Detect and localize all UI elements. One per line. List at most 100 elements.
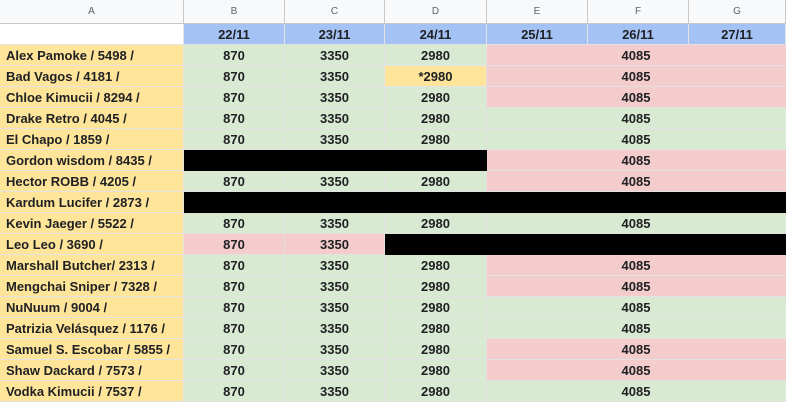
member-name-cell[interactable]: Chloe Kimucii / 8294 /: [0, 87, 184, 108]
payment-cell[interactable]: 870: [184, 318, 285, 339]
date-cell[interactable]: 23/11: [285, 24, 385, 45]
column-header-b[interactable]: B: [184, 0, 285, 24]
column-header-e[interactable]: E: [487, 0, 588, 24]
date-cell[interactable]: 25/11: [487, 24, 588, 45]
column-header-a[interactable]: A: [0, 0, 184, 24]
payment-cell[interactable]: 870: [184, 255, 285, 276]
payment-cell[interactable]: 870: [184, 129, 285, 150]
member-name-cell[interactable]: NuNuum / 9004 /: [0, 297, 184, 318]
date-cell[interactable]: 22/11: [184, 24, 285, 45]
member-name-cell[interactable]: Kardum Lucifer / 2873 /: [0, 192, 184, 213]
payment-cell[interactable]: 870: [184, 87, 285, 108]
payment-cell[interactable]: 2980: [385, 129, 487, 150]
payment-merged-cell[interactable]: 4085: [487, 360, 786, 381]
payment-cell[interactable]: 3350: [285, 234, 385, 255]
payment-cell[interactable]: 3350: [285, 108, 385, 129]
column-header-f[interactable]: F: [588, 0, 689, 24]
table-row: Alex Pamoke / 5498 / 870 3350 2980 4085: [0, 45, 786, 66]
payment-merged-cell[interactable]: 4085: [487, 297, 786, 318]
payment-merged-cell[interactable]: 4085: [487, 255, 786, 276]
member-name-cell[interactable]: Gordon wisdom / 8435 /: [0, 150, 184, 171]
member-name-cell[interactable]: Alex Pamoke / 5498 /: [0, 45, 184, 66]
member-name-cell[interactable]: Leo Leo / 3690 /: [0, 234, 184, 255]
member-name-cell[interactable]: Drake Retro / 4045 /: [0, 108, 184, 129]
payment-cell[interactable]: 2980: [385, 213, 487, 234]
payment-merged-cell[interactable]: 4085: [487, 213, 786, 234]
payment-merged-cell[interactable]: 4085: [487, 129, 786, 150]
member-name-cell[interactable]: Mengchai Sniper / 7328 /: [0, 276, 184, 297]
payment-cell[interactable]: 870: [184, 171, 285, 192]
blocked-cell[interactable]: [385, 234, 786, 255]
payment-cell[interactable]: 3350: [285, 171, 385, 192]
payment-merged-cell[interactable]: 4085: [487, 276, 786, 297]
member-name-cell[interactable]: Samuel S. Escobar / 5855 /: [0, 339, 184, 360]
payment-cell[interactable]: 2980: [385, 255, 487, 276]
payment-cell[interactable]: 3350: [285, 45, 385, 66]
payment-cell[interactable]: 3350: [285, 66, 385, 87]
payment-cell[interactable]: 870: [184, 108, 285, 129]
member-name-cell[interactable]: Kevin Jaeger / 5522 /: [0, 213, 184, 234]
payment-cell[interactable]: 2980: [385, 339, 487, 360]
payment-cell[interactable]: 3350: [285, 213, 385, 234]
column-header-c[interactable]: C: [285, 0, 385, 24]
date-cell[interactable]: 26/11: [588, 24, 689, 45]
payment-cell[interactable]: 2980: [385, 276, 487, 297]
payment-merged-cell[interactable]: 4085: [487, 381, 786, 402]
payment-cell[interactable]: 870: [184, 297, 285, 318]
payment-cell[interactable]: 2980: [385, 45, 487, 66]
payment-cell-note[interactable]: *2980: [385, 66, 487, 87]
member-name-cell[interactable]: Bad Vagos / 4181 /: [0, 66, 184, 87]
payment-merged-cell[interactable]: 4085: [487, 318, 786, 339]
member-name-cell[interactable]: Patrizia Velásquez / 1176 /: [0, 318, 184, 339]
payment-cell[interactable]: 3350: [285, 276, 385, 297]
payment-merged-cell[interactable]: 4085: [487, 339, 786, 360]
payment-cell[interactable]: 3350: [285, 318, 385, 339]
payment-cell[interactable]: 2980: [385, 171, 487, 192]
payment-cell[interactable]: 3350: [285, 297, 385, 318]
payment-merged-cell[interactable]: 4085: [487, 66, 786, 87]
payment-cell[interactable]: 3350: [285, 255, 385, 276]
payment-cell[interactable]: 2980: [385, 108, 487, 129]
date-cell[interactable]: 27/11: [689, 24, 786, 45]
payment-cell[interactable]: 2980: [385, 318, 487, 339]
payment-cell[interactable]: 2980: [385, 360, 487, 381]
table-row: Chloe Kimucii / 8294 / 870 3350 2980 408…: [0, 87, 786, 108]
payment-cell[interactable]: 3350: [285, 360, 385, 381]
payment-merged-cell[interactable]: 4085: [487, 150, 786, 171]
payment-cell[interactable]: 3350: [285, 381, 385, 402]
payment-cell[interactable]: 2980: [385, 87, 487, 108]
payment-cell[interactable]: 3350: [285, 129, 385, 150]
table-row: Vodka Kimucii / 7537 / 870 3350 2980 408…: [0, 381, 786, 402]
payment-merged-cell[interactable]: 4085: [487, 171, 786, 192]
member-name-cell[interactable]: Hector ROBB / 4205 /: [0, 171, 184, 192]
table-row: Drake Retro / 4045 / 870 3350 2980 4085: [0, 108, 786, 129]
payment-cell[interactable]: 3350: [285, 339, 385, 360]
payment-cell[interactable]: 3350: [285, 87, 385, 108]
table-row: Kardum Lucifer / 2873 /: [0, 192, 786, 213]
payment-merged-cell[interactable]: 4085: [487, 108, 786, 129]
column-header-g[interactable]: G: [689, 0, 786, 24]
payment-cell[interactable]: 870: [184, 339, 285, 360]
payment-cell[interactable]: 870: [184, 234, 285, 255]
payment-cell[interactable]: 870: [184, 381, 285, 402]
member-name-cell[interactable]: Vodka Kimucii / 7537 /: [0, 381, 184, 402]
payment-merged-cell[interactable]: 4085: [487, 45, 786, 66]
column-header-d[interactable]: D: [385, 0, 487, 24]
member-name-cell[interactable]: Marshall Butcher/ 2313 /: [0, 255, 184, 276]
payment-cell[interactable]: 870: [184, 66, 285, 87]
member-name-cell[interactable]: El Chapo / 1859 /: [0, 129, 184, 150]
corner-cell[interactable]: [0, 24, 184, 45]
column-header-row: A B C D E F G: [0, 0, 786, 24]
blocked-cell[interactable]: [184, 192, 786, 213]
member-name-cell[interactable]: Shaw Dackard / 7573 /: [0, 360, 184, 381]
payment-cell[interactable]: 870: [184, 360, 285, 381]
payment-cell[interactable]: 870: [184, 213, 285, 234]
payment-cell[interactable]: 2980: [385, 297, 487, 318]
payment-merged-cell[interactable]: 4085: [487, 87, 786, 108]
payment-cell[interactable]: 2980: [385, 381, 487, 402]
spreadsheet: A B C D E F G 22/11 23/11 24/11 25/11 26…: [0, 0, 786, 404]
payment-cell[interactable]: 870: [184, 45, 285, 66]
payment-cell[interactable]: 870: [184, 276, 285, 297]
blocked-cell[interactable]: [184, 150, 487, 171]
date-cell[interactable]: 24/11: [385, 24, 487, 45]
